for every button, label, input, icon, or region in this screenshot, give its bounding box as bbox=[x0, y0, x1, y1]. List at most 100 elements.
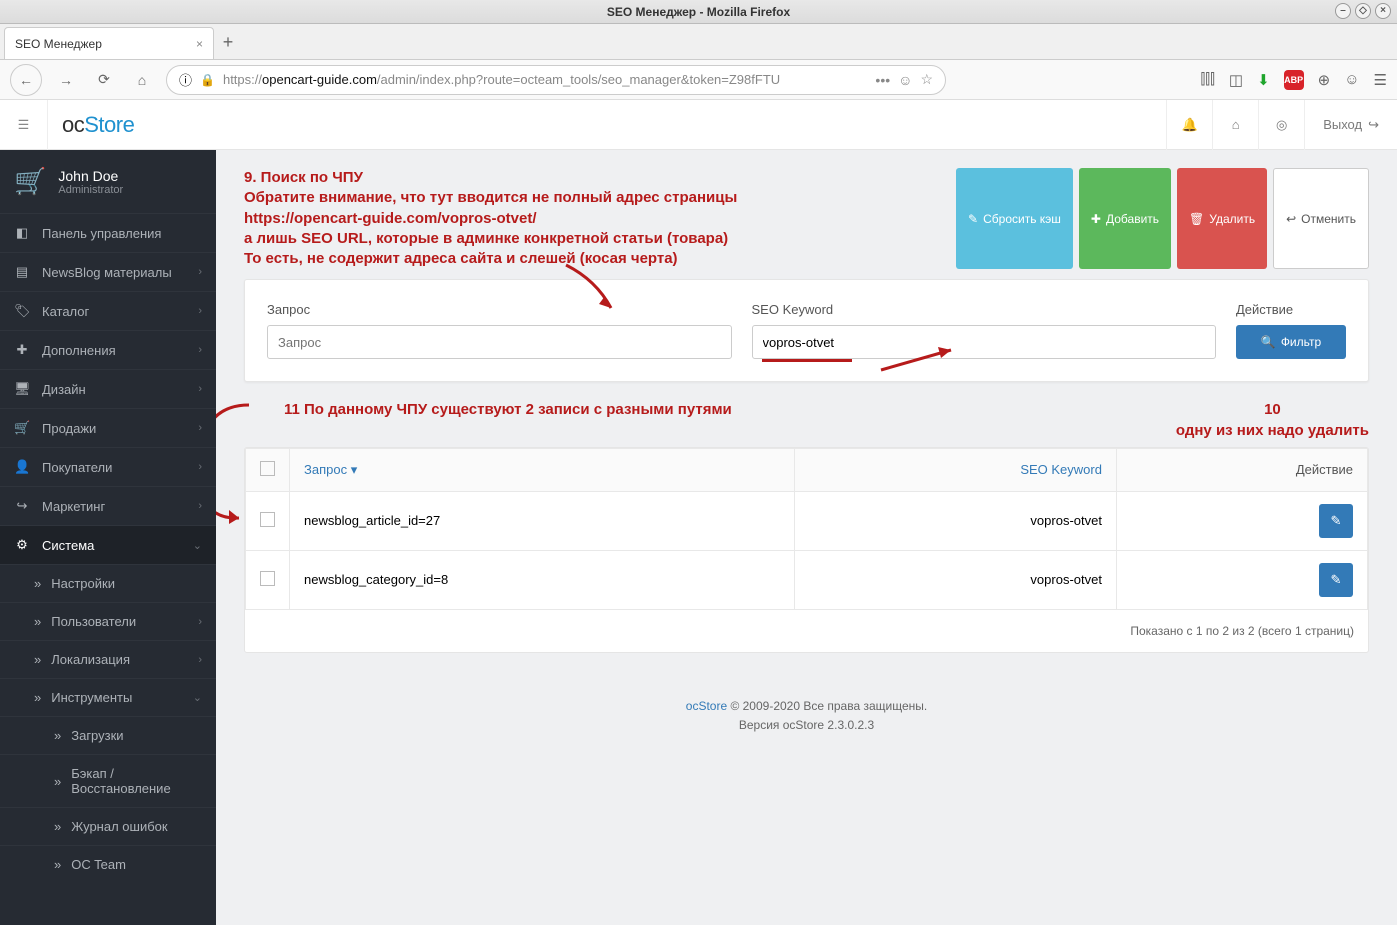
sidebar-item[interactable]: ▤ NewsBlog материалы › bbox=[0, 252, 216, 291]
sidebar-subitem-label: Бэкап / Восстановление bbox=[71, 766, 202, 796]
sidebar-item-icon: ↪ bbox=[14, 498, 30, 514]
info-icon[interactable]: ⓘ bbox=[179, 70, 192, 89]
sidebar-item[interactable]: 🏷Каталог› bbox=[0, 291, 216, 330]
add-button[interactable]: ✚ Добавить bbox=[1079, 168, 1171, 269]
cart-logo-icon: 🛒 bbox=[14, 166, 46, 197]
chevron-icon: › bbox=[198, 654, 202, 666]
col-header-seo[interactable]: SEO Keyword bbox=[794, 448, 1116, 491]
seo-keyword-input[interactable] bbox=[752, 325, 1217, 359]
maximize-button[interactable]: ◇ bbox=[1355, 3, 1371, 19]
filter-button[interactable]: 🔍 Фильтр bbox=[1236, 325, 1346, 359]
chevron-icon: ⌄ bbox=[193, 691, 202, 704]
sidebar-item-label: Дополнения bbox=[42, 343, 116, 358]
annotation-10: 10 одну из них надо удалить bbox=[1176, 400, 1369, 441]
forward-button: → bbox=[52, 66, 80, 94]
browser-tabstrip: SEO Менеджер × + bbox=[0, 24, 1397, 60]
sidebar-item-label: Панель управления bbox=[42, 226, 161, 241]
sidebar-toggle-button[interactable] bbox=[0, 100, 48, 150]
col-header-query[interactable]: Запрос ▾ bbox=[290, 448, 795, 491]
sidebar-subitem-label: Журнал ошибок bbox=[71, 819, 167, 834]
menu-icon[interactable]: ☰ bbox=[1374, 71, 1387, 89]
sidebar-subitem[interactable]: »Пользователи› bbox=[0, 602, 216, 640]
filter-panel: Запрос SEO Keyword Действие 🔍 Фильтр bbox=[244, 279, 1369, 382]
annotation-underline bbox=[762, 359, 852, 362]
browser-tab[interactable]: SEO Менеджер × bbox=[4, 27, 214, 59]
reader-icon[interactable]: ☺ bbox=[898, 72, 912, 88]
chevron-icon: › bbox=[198, 500, 202, 512]
address-bar[interactable]: ⓘ 🔒 https://opencart-guide.com/admin/ind… bbox=[166, 65, 946, 95]
results-table: Запрос ▾ SEO Keyword Действие newsblog_a… bbox=[244, 447, 1369, 653]
chevron-icon: » bbox=[54, 857, 61, 872]
row-checkbox[interactable] bbox=[260, 571, 275, 586]
sidebar-item-icon: ▤ bbox=[14, 264, 30, 280]
query-label: Запрос bbox=[267, 302, 732, 317]
sidebar-item[interactable]: 🛒Продажи› bbox=[0, 408, 216, 447]
sidebar-item[interactable]: 👤Покупатели› bbox=[0, 447, 216, 486]
sidebar-subitem-level2[interactable]: » OC Team bbox=[0, 845, 216, 883]
sidebar-subitem[interactable]: » Локализация › bbox=[0, 640, 216, 678]
sidebar-item-icon: ◧ bbox=[14, 225, 30, 241]
row-checkbox[interactable] bbox=[260, 512, 275, 527]
globe-icon[interactable]: ⊕ bbox=[1318, 71, 1331, 89]
new-tab-button[interactable]: + bbox=[214, 32, 242, 59]
edit-button[interactable]: ✎ bbox=[1319, 563, 1353, 597]
sidebar-subitem-level2[interactable]: » Журнал ошибок bbox=[0, 807, 216, 845]
back-button[interactable]: ← bbox=[10, 64, 42, 96]
chevron-icon: ⌄ bbox=[193, 539, 202, 552]
delete-button[interactable]: 🗑 Удалить bbox=[1177, 168, 1267, 269]
cancel-button[interactable]: ↩ Отменить bbox=[1273, 168, 1369, 269]
sort-icon: ▾ bbox=[351, 462, 358, 477]
pagination-info: Показано с 1 по 2 из 2 (всего 1 страниц) bbox=[245, 610, 1368, 652]
close-button[interactable]: × bbox=[1375, 3, 1391, 19]
sidebar: 🛒 John Doe Administrator ◧Панель управле… bbox=[0, 150, 216, 925]
cell-seo: vopros-otvet bbox=[794, 550, 1116, 609]
library-icon[interactable]: ⫿⫿⫿ bbox=[1200, 71, 1214, 88]
sidebar-item-label: Каталог bbox=[42, 304, 89, 319]
sidebar-subitem-label: Загрузки bbox=[71, 728, 123, 743]
action-label: Действие bbox=[1236, 302, 1346, 317]
home-button[interactable]: ⌂ bbox=[128, 66, 156, 94]
download-icon[interactable]: ⬇ bbox=[1257, 71, 1270, 89]
annotation-block-1: 9. Поиск по ЧПУ Обратите внимание, что т… bbox=[244, 168, 737, 269]
sidebar-item[interactable]: ✚Дополнения› bbox=[0, 330, 216, 369]
footer-brand-link[interactable]: ocStore bbox=[686, 699, 727, 713]
tab-close-icon[interactable]: × bbox=[196, 37, 203, 51]
sidebar-item-label: NewsBlog материалы bbox=[42, 265, 172, 280]
bookmark-icon[interactable]: ☆ bbox=[920, 71, 933, 88]
sidebar-subitem[interactable]: »Настройки bbox=[0, 564, 216, 602]
sidebar-icon[interactable]: ◫ bbox=[1229, 71, 1243, 89]
sidebar-item-icon: 👤 bbox=[14, 459, 30, 475]
sidebar-item[interactable]: 🖥Дизайн› bbox=[0, 369, 216, 408]
logout-button[interactable]: Выход↪ bbox=[1304, 100, 1397, 150]
annotation-11: 11 По данному ЧПУ существуют 2 записи с … bbox=[284, 400, 732, 441]
app-header: ocStore 🔔 ⌂ ◎ Выход↪ bbox=[0, 100, 1397, 150]
sidebar-item[interactable]: ↪Маркетинг› bbox=[0, 486, 216, 525]
minimize-button[interactable]: – bbox=[1335, 3, 1351, 19]
query-input[interactable] bbox=[267, 325, 732, 359]
sidebar-item[interactable]: ⚙Система⌄ bbox=[0, 525, 216, 564]
chevron-icon: › bbox=[198, 422, 202, 434]
notifications-icon[interactable]: 🔔 bbox=[1166, 100, 1212, 150]
sidebar-subitem[interactable]: »Инструменты⌄ bbox=[0, 678, 216, 716]
os-titlebar: SEO Менеджер - Mozilla Firefox – ◇ × bbox=[0, 0, 1397, 24]
chevron-icon: › bbox=[198, 616, 202, 628]
sidebar-subitem-label: Настройки bbox=[51, 576, 115, 591]
select-all-checkbox[interactable] bbox=[260, 461, 275, 476]
sidebar-subitem-label: Локализация bbox=[51, 652, 130, 667]
reload-button[interactable]: ⟳ bbox=[90, 66, 118, 94]
edit-button[interactable]: ✎ bbox=[1319, 504, 1353, 538]
sidebar-item[interactable]: ◧ Панель управления bbox=[0, 213, 216, 252]
chevron-icon: » bbox=[34, 652, 41, 667]
sidebar-subitem-label: OC Team bbox=[71, 857, 126, 872]
sidebar-subitem-level2[interactable]: »Загрузки bbox=[0, 716, 216, 754]
sidebar-subitem-level2[interactable]: »Бэкап / Восстановление bbox=[0, 754, 216, 807]
more-icon[interactable]: ••• bbox=[875, 72, 890, 88]
abp-icon[interactable]: ABP bbox=[1284, 70, 1304, 90]
storefront-icon[interactable]: ⌂ bbox=[1212, 100, 1258, 150]
support-icon[interactable]: ◎ bbox=[1258, 100, 1304, 150]
chevron-icon: › bbox=[198, 266, 202, 278]
reset-cache-button[interactable]: ✎ Сбросить кэш bbox=[956, 168, 1073, 269]
chevron-icon: » bbox=[54, 819, 61, 834]
account-icon[interactable]: ☺ bbox=[1344, 71, 1359, 88]
user-name: John Doe bbox=[58, 168, 123, 184]
